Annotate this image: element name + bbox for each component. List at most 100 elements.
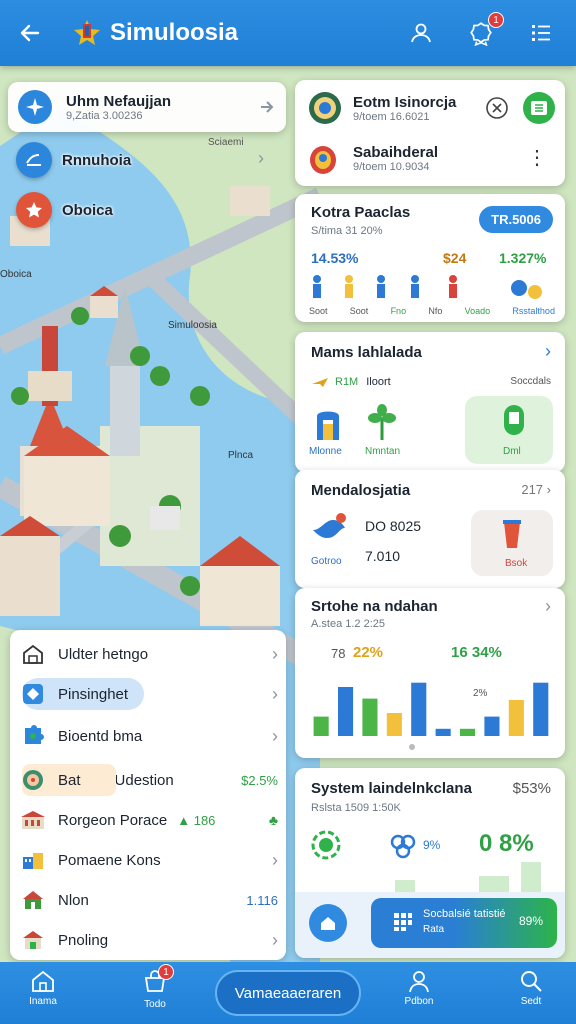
bridge-icon [317,411,339,440]
nav-center-button[interactable]: Vamaeaaeraren [215,970,361,1016]
system-pct: $53% [512,780,551,797]
stoche-bar-chart [313,682,549,736]
map-label: Simuloosia [168,320,217,331]
chevron-right-icon[interactable]: › [545,596,551,617]
system-footer-pct: 89% [518,914,543,928]
mams-row: R1M Iloort [311,376,391,388]
mendala-value-1: DO 8025 [365,518,422,534]
list-item-label: Pinsinghet [58,685,129,703]
profile-button[interactable] [406,18,436,48]
kotra-label: Voado [464,306,491,316]
list-item[interactable]: Uldter hetngo › [20,636,278,672]
leaf-icon: ♣ [268,812,278,828]
list-menu-icon [532,25,550,41]
nav-search[interactable]: Sedt [496,968,566,1007]
user-icon [409,971,429,993]
list-item-label: Rorgeon Porace [58,811,168,829]
nav-todo[interactable]: 1 Todo [120,964,190,1010]
chevron-right-icon: › [258,148,264,168]
diamond-icon [20,681,46,707]
mendala-card[interactable]: Mendalosjatia 217 › DO 8025 7.010 Gotroo… [295,470,565,588]
close-circle-icon[interactable] [485,96,509,120]
location-sub: 9,Zatia 3.00236 [66,109,143,122]
list-item-value: $2.5% [241,772,278,788]
info-row[interactable]: Eotm Isinorcja 9/toem 16.6021 [307,90,555,126]
float-button-rnnuhoia[interactable]: Rnnuhoia › [16,142,264,178]
list-item[interactable]: Pinsinghet › [20,676,278,712]
location-card[interactable]: Uhm Nefaujjan 9,Zatia 3.00236 [8,82,286,132]
mams-icon-label: Mlonne [309,446,342,457]
bird-icon [313,513,346,538]
mendala-count[interactable]: 217 › [521,482,551,497]
float-button-oboica[interactable]: Oboica [16,192,113,228]
nav-label: Inama [29,996,57,1007]
chevron-right-icon[interactable]: › [545,341,551,362]
notifications-button[interactable]: 1 [466,12,504,48]
map-label: Sciaemi [208,137,244,148]
kotra-pill[interactable]: TR.5006 [479,206,553,233]
nav-home[interactable]: Inama [8,968,78,1007]
menu-button[interactable] [526,18,556,48]
mams-row-note: Iloort [366,376,391,388]
float-button-label: Oboica [62,201,113,219]
house-icon [20,887,46,913]
pager-dot[interactable] [409,744,415,750]
stoche-title: Srtohe na ndahan [311,598,438,615]
list-item[interactable]: Bat Udestion $2.5% [20,762,278,798]
left-list-card: Uldter hetngo › Pinsinghet › Bioentd bma… [10,630,286,960]
grid-icon [394,913,412,931]
list-item-label: Bioentd bma [58,727,143,745]
list-item-label: Pomaene Kons [58,851,161,869]
list-item[interactable]: Pomaene Kons › [20,842,278,878]
compass-icon [18,90,52,124]
home-icon [32,970,54,992]
globe-icon [309,92,341,124]
stoche-value-2: 16 34% [451,644,502,661]
back-button[interactable] [0,0,60,66]
info-row[interactable]: Sabaihderal 9/toem 10.9034 ⋮ [307,140,555,176]
list-item-label: Uldter hetngo [58,645,149,663]
list-item-label: Nlon [58,891,89,909]
kotra-card[interactable]: Kotra Paaclas S/tima 31 20% TR.5006 14.5… [295,194,565,322]
stoche-value-1: 22% [353,644,384,661]
kotra-stat-mid: $24 [443,250,467,266]
list-item-value-text: 186 [193,812,216,828]
mendala-title: Mendalosjatia [311,482,411,499]
mams-row-text: R1M [335,376,359,388]
puzzle-icon [20,723,46,749]
list-item[interactable]: Bioentd bma › [20,718,278,754]
nav-label: Todo [144,999,166,1010]
list-item[interactable]: Nlon 1.116 [20,882,278,918]
mendala-label-2: Bsok [505,558,528,569]
system-card[interactable]: System laindelnkclana $53% Rslsta 1509 1… [295,768,565,958]
bar-2 [338,687,354,736]
list-item-label-2: Udestion [114,771,174,789]
app-logo-icon [74,20,100,45]
building-icon [20,807,46,833]
nav-profile[interactable]: Pdbon [384,968,454,1007]
system-sub: Rslsta 1509 1:50K [311,802,401,814]
kotra-stat-left: 14.53% [311,250,359,266]
bar-7 [460,728,476,736]
stoche-card[interactable]: Srtohe na ndahan A.stea 1.2 2:25 › 78 22… [295,588,565,758]
chevron-right-icon: › [272,725,278,746]
home-icon [321,917,335,930]
home-round-button[interactable] [309,904,347,942]
mams-card[interactable]: Mams lahlalada › R1M Iloort Soccdals Mlo… [295,332,565,472]
bar-9 [508,700,524,736]
grid-toggle-button[interactable] [523,92,555,124]
cluster-icon [390,834,416,859]
target-icon [311,830,341,860]
chevron-right-icon: › [272,929,278,950]
more-vertical-icon[interactable]: ⋮ [527,148,547,168]
user-icon [411,23,431,43]
mams-title: Mams lahlalada [311,344,422,361]
list-item-value: 1.116 [246,892,278,908]
list-item[interactable]: Rorgeon Porace ▲ 186 ♣ [20,802,278,838]
info-title: Eotm Isinorcja [353,93,457,111]
list-item[interactable]: Pnoling › [20,922,278,958]
system-footer-button[interactable]: Socbalsié tatistié Rata 89% [371,898,557,948]
chevron-right-icon: › [272,643,278,664]
mams-row-right: Soccdals [510,376,551,387]
info-sub: 9/toem 16.6021 [353,110,430,123]
